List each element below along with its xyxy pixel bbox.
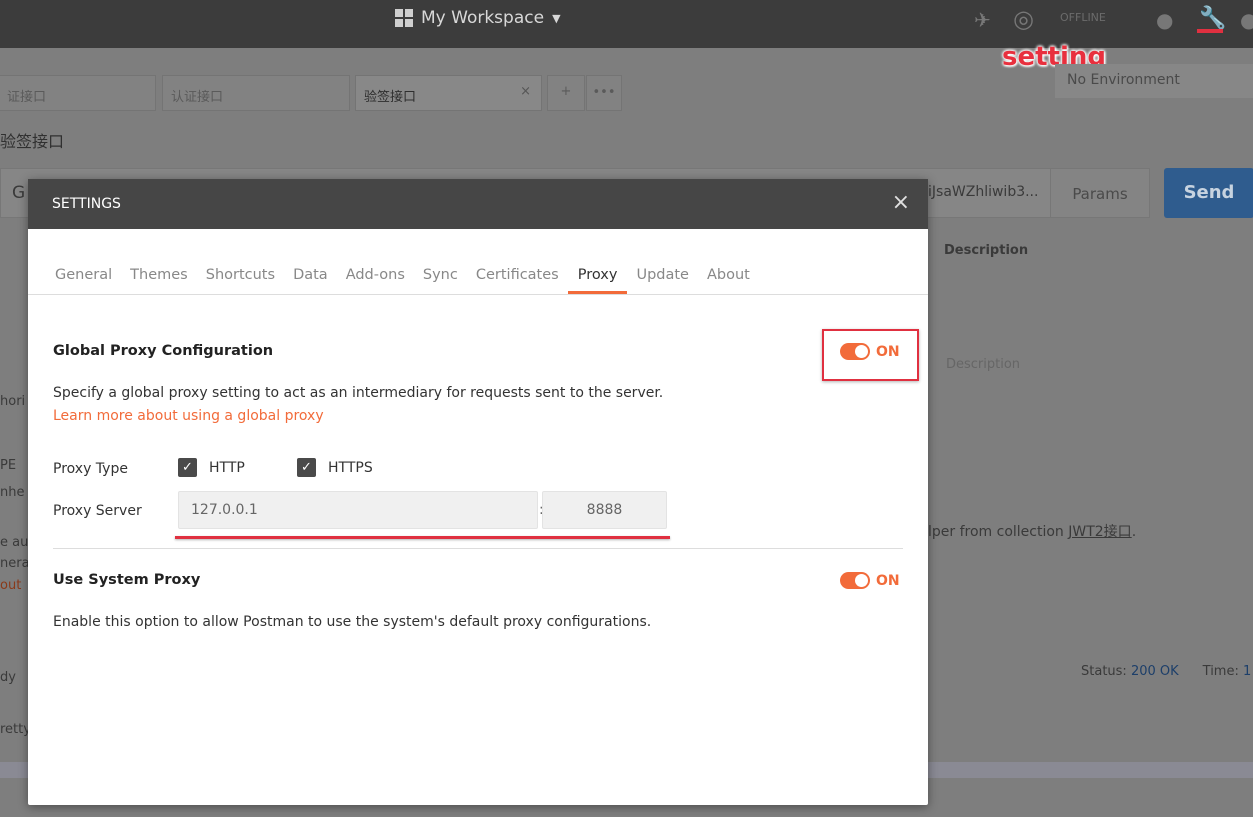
send-button[interactable]: Send — [1164, 168, 1253, 218]
workspace-switcher[interactable]: My Workspace ▼ — [395, 8, 561, 28]
new-tab-button[interactable]: + — [547, 75, 585, 111]
auth-text: nera — [0, 556, 30, 571]
pretty-tab[interactable]: retty — [0, 722, 31, 737]
modal-title: SETTINGS — [52, 196, 121, 212]
close-icon[interactable]: × — [892, 190, 910, 215]
tab-data[interactable]: Data — [293, 267, 328, 294]
close-tab-icon[interactable]: × — [520, 84, 531, 99]
url-input[interactable]: iJsaWZhliwib3... — [928, 184, 1038, 200]
inherit-select[interactable]: nhe — [0, 485, 24, 500]
description-column: Description — [944, 243, 1029, 258]
annotation-box — [822, 329, 919, 381]
request-tab[interactable]: 证接口 — [0, 75, 156, 111]
checkbox-label: HTTPS — [328, 459, 373, 476]
tab-general[interactable]: General — [55, 267, 112, 294]
params-button[interactable]: Params — [1050, 168, 1150, 218]
system-proxy-title: Use System Proxy — [53, 572, 201, 588]
globe-icon[interactable]: ● — [1156, 8, 1173, 32]
collection-link[interactable]: JWT2接口 — [1068, 524, 1131, 540]
tab-add-ons[interactable]: Add-ons — [346, 267, 405, 294]
checkbox-label: HTTP — [209, 459, 245, 476]
satellite-icon[interactable]: ✈ — [974, 8, 991, 32]
type-label: PE — [0, 458, 17, 473]
http-checkbox[interactable]: ✓ HTTP — [178, 458, 245, 477]
divider — [53, 548, 903, 549]
status: Status: 200 OK Time: 1 — [1081, 664, 1252, 679]
more-tabs-button[interactable]: ••• — [586, 75, 622, 111]
proxy-port-input[interactable]: 8888 — [542, 491, 667, 529]
wrench-icon[interactable]: 🔧 — [1199, 6, 1226, 31]
proxy-server-label: Proxy Server — [53, 503, 142, 519]
settings-modal: SETTINGS × General Themes Shortcuts Data… — [28, 179, 928, 805]
https-checkbox[interactable]: ✓ HTTPS — [297, 458, 373, 477]
description-input[interactable]: Description — [946, 357, 1020, 372]
tab-certificates[interactable]: Certificates — [476, 267, 559, 294]
toggle-switch — [840, 572, 870, 589]
method-select[interactable]: G — [12, 183, 25, 203]
tab-update[interactable]: Update — [636, 267, 689, 294]
tab-label: 认证接口 — [171, 90, 224, 105]
annotation-underline — [1197, 29, 1223, 33]
tab-label: 验签接口 — [364, 90, 417, 105]
tab-about[interactable]: About — [707, 267, 750, 294]
body-tab[interactable]: dy — [0, 670, 16, 685]
auth-text: e au — [0, 535, 29, 550]
request-tab-active[interactable]: 验签接口 × — [355, 75, 542, 111]
top-bar — [0, 0, 1253, 48]
caret-down-icon: ▼ — [552, 11, 561, 25]
learn-more-link[interactable]: Learn more about using a global proxy — [53, 408, 324, 424]
helper-text: lper from collection JWT2接口. — [928, 524, 1137, 540]
workspace-label: My Workspace — [421, 8, 545, 28]
modal-header: SETTINGS × — [28, 179, 928, 229]
tab-proxy[interactable]: Proxy — [567, 267, 628, 294]
request-tab[interactable]: 认证接口 — [162, 75, 350, 111]
settings-tabs: General Themes Shortcuts Data Add-ons Sy… — [28, 229, 928, 295]
global-proxy-title: Global Proxy Configuration — [53, 343, 274, 359]
sync-icon[interactable]: ◎ — [1013, 5, 1034, 33]
tab-themes[interactable]: Themes — [130, 267, 188, 294]
environment-select[interactable]: No Environment — [1055, 64, 1253, 98]
global-proxy-description: Specify a global proxy setting to act as… — [53, 385, 664, 401]
auth-tab[interactable]: hori — [0, 394, 25, 409]
check-icon: ✓ — [297, 458, 316, 477]
check-icon: ✓ — [178, 458, 197, 477]
toggle-label: ON — [876, 572, 900, 589]
bell-icon[interactable]: ● — [1240, 8, 1253, 32]
system-proxy-toggle[interactable]: ON — [840, 572, 900, 589]
request-name: 验签接口 — [0, 132, 65, 151]
annotation-underline — [175, 536, 670, 539]
about-link[interactable]: out — [0, 578, 21, 593]
tab-sync[interactable]: Sync — [423, 267, 458, 294]
proxy-type-label: Proxy Type — [53, 461, 128, 477]
tab-shortcuts[interactable]: Shortcuts — [206, 267, 275, 294]
tab-label: 证接口 — [7, 90, 47, 105]
proxy-host-input[interactable]: 127.0.0.1 — [178, 491, 538, 529]
grid-icon — [395, 9, 413, 27]
system-proxy-description: Enable this option to allow Postman to u… — [53, 614, 652, 630]
offline-status: OFFLINE — [1060, 11, 1106, 24]
